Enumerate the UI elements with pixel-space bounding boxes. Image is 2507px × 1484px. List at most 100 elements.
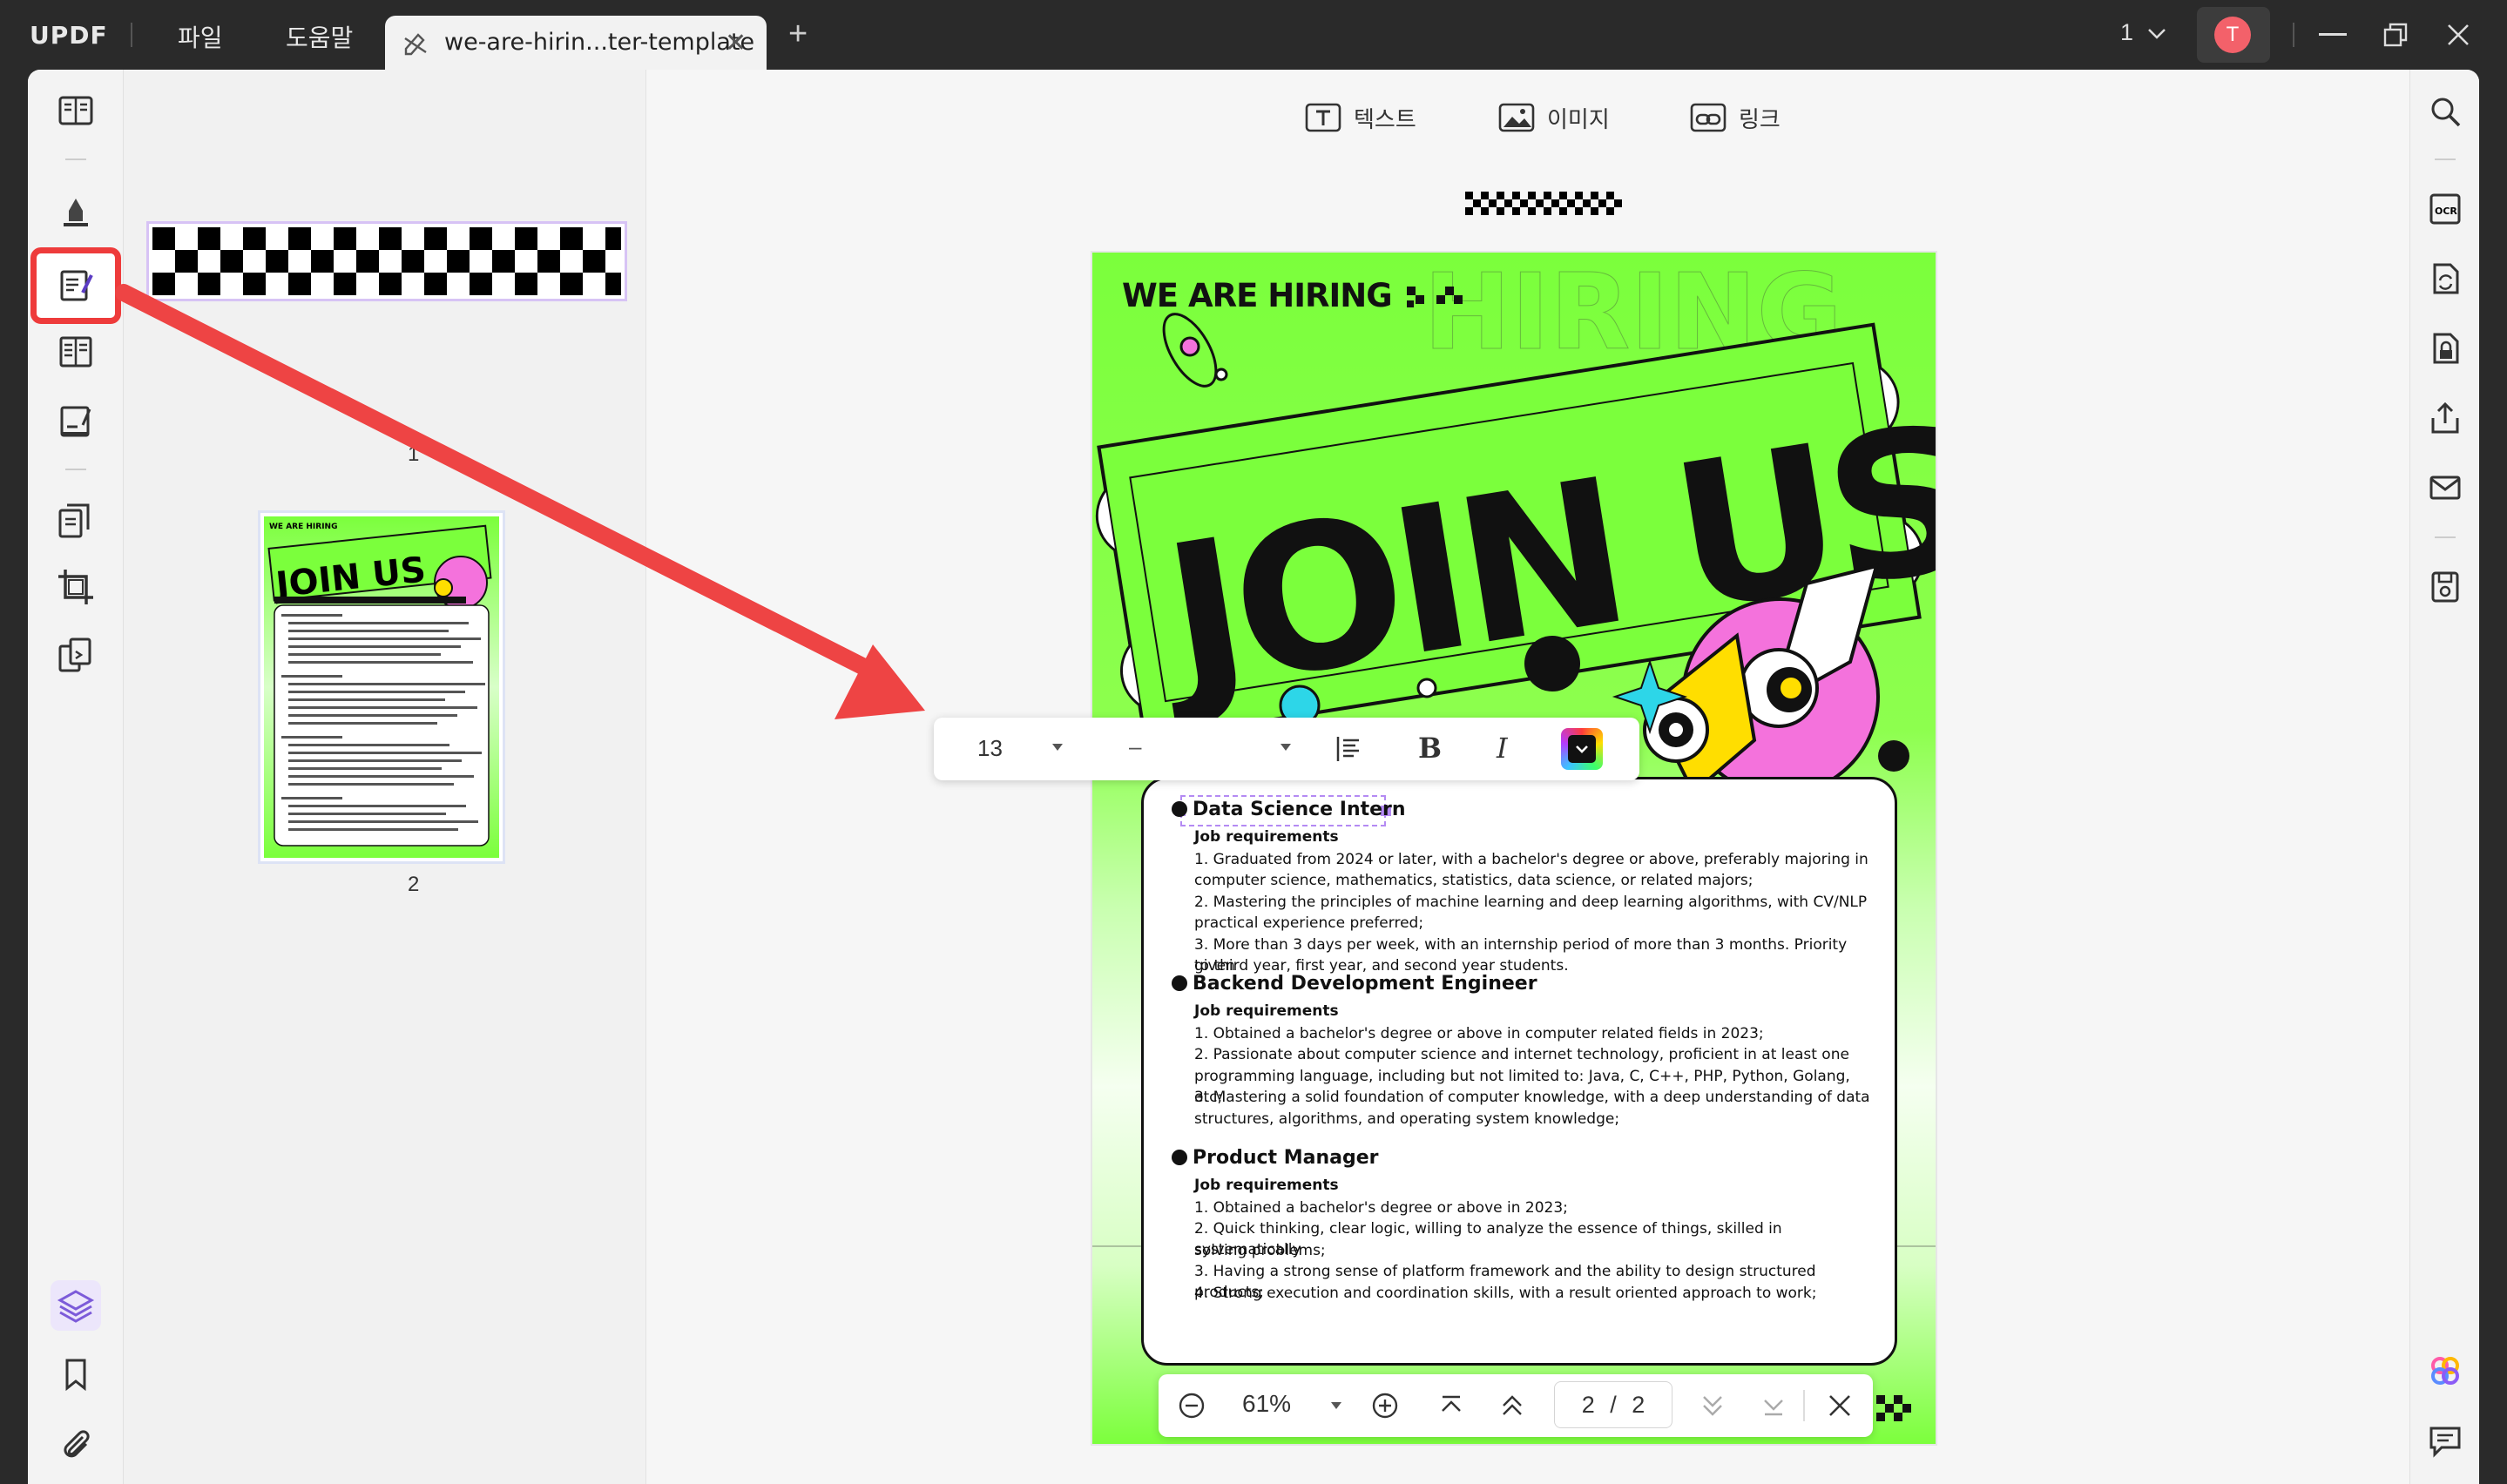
reader-icon[interactable] bbox=[57, 92, 95, 131]
add-image-tool[interactable]: 이미지 bbox=[1498, 96, 1610, 139]
account-button[interactable]: T bbox=[2197, 7, 2270, 63]
zoom-level[interactable]: 61% bbox=[1242, 1390, 1291, 1418]
checker-square bbox=[492, 250, 515, 273]
document-tab[interactable]: we-are-hirin...ter-template ✕ bbox=[385, 16, 767, 70]
page-number-field[interactable]: 2 / 2 bbox=[1554, 1381, 1672, 1428]
text-color-button[interactable] bbox=[1561, 728, 1603, 770]
bullet-dot bbox=[1172, 975, 1187, 991]
job-requirement-line[interactable]: structures, algorithms, and operating sy… bbox=[1194, 1109, 1882, 1130]
minimize-icon[interactable] bbox=[2319, 33, 2347, 37]
checker-square bbox=[1528, 207, 1536, 215]
job-requirement-line[interactable]: 1. Graduated from 2024 or later, with a … bbox=[1194, 849, 1882, 870]
add-link-tool[interactable]: 링크 bbox=[1690, 96, 1781, 139]
svg-text:OCR: OCR bbox=[2435, 206, 2457, 217]
font-family-value[interactable]: – bbox=[1129, 733, 1141, 760]
pdf-page-2[interactable]: HIRING JOIN US WE ARE HIRING Data Scienc… bbox=[1091, 251, 1937, 1446]
bold-button[interactable]: B bbox=[1418, 732, 1442, 765]
email-icon[interactable] bbox=[2428, 470, 2463, 505]
hiring-heading[interactable]: WE ARE HIRING bbox=[1122, 277, 1471, 314]
checker-square bbox=[1551, 199, 1559, 207]
align-left-icon[interactable] bbox=[1335, 735, 1362, 763]
job-requirements-label[interactable]: Job requirements bbox=[1194, 1177, 1339, 1194]
left-tool-rail bbox=[28, 70, 124, 1484]
job-requirement-line[interactable]: 2. Passionate about computer science and… bbox=[1194, 1044, 1882, 1065]
window-count[interactable]: 1 bbox=[2120, 19, 2166, 46]
ocr-icon[interactable]: OCR bbox=[2428, 192, 2463, 226]
checker-square bbox=[288, 273, 311, 295]
job-requirement-line[interactable]: 3. Mastering a solid foundation of compu… bbox=[1194, 1087, 1882, 1108]
checker-square bbox=[356, 250, 379, 273]
page-thumbnail-1[interactable] bbox=[146, 221, 628, 301]
job-requirements-label[interactable]: Job requirements bbox=[1194, 1002, 1339, 1020]
job-title[interactable]: Backend Development Engineer bbox=[1172, 973, 1537, 995]
sign-form-icon[interactable] bbox=[57, 402, 95, 441]
thumb-text-line bbox=[288, 759, 462, 762]
checker-square bbox=[198, 273, 220, 295]
thumb-text-line bbox=[281, 797, 342, 799]
job-requirements-label[interactable]: Job requirements bbox=[1194, 828, 1339, 846]
page-thumbnail-2[interactable]: WE ARE HIRING JOIN US bbox=[258, 510, 505, 864]
crop-icon[interactable] bbox=[57, 568, 95, 606]
last-page-icon[interactable] bbox=[1761, 1393, 1786, 1418]
checker-square bbox=[605, 273, 628, 295]
font-size-dropdown-icon[interactable] bbox=[1051, 742, 1064, 752]
checker-square bbox=[537, 250, 560, 273]
job-requirement-line[interactable]: 1. Obtained a bachelor's degree or above… bbox=[1194, 1023, 1882, 1044]
restore-icon[interactable] bbox=[2383, 23, 2408, 47]
right-tool-rail: OCR bbox=[2409, 70, 2479, 1484]
attachment-icon[interactable] bbox=[57, 1425, 95, 1463]
checker-square bbox=[1481, 192, 1489, 199]
zoom-dropdown-icon[interactable] bbox=[1329, 1400, 1343, 1411]
convert-icon[interactable] bbox=[2428, 261, 2463, 296]
zoom-out-icon[interactable] bbox=[1178, 1392, 1206, 1420]
checker-square bbox=[379, 273, 402, 295]
job-listing-card: Data Science Intern Job requirements 1. Gr… bbox=[1141, 777, 1897, 1366]
add-text-tool[interactable]: 텍스트 bbox=[1305, 96, 1416, 139]
search-icon[interactable] bbox=[2428, 94, 2463, 129]
layers-icon[interactable] bbox=[57, 1286, 95, 1325]
checker-square bbox=[605, 227, 628, 250]
close-zoom-bar-icon[interactable] bbox=[1828, 1393, 1852, 1418]
menu-help[interactable]: 도움말 bbox=[286, 19, 353, 54]
job-title[interactable]: Data Science Intern bbox=[1172, 799, 1406, 820]
compare-icon[interactable] bbox=[57, 636, 95, 674]
poster-thumbnail: WE ARE HIRING JOIN US bbox=[264, 516, 499, 858]
job-requirement-line[interactable]: 2. Mastering the principles of machine l… bbox=[1194, 892, 1882, 913]
menu-file[interactable]: 파일 bbox=[178, 19, 223, 54]
close-window-icon[interactable] bbox=[2446, 23, 2470, 47]
comment-icon[interactable] bbox=[2428, 1423, 2463, 1458]
thumb-text-line bbox=[288, 767, 442, 770]
checker-square bbox=[1528, 192, 1536, 199]
italic-button[interactable]: I bbox=[1497, 732, 1508, 765]
checker-square bbox=[515, 273, 537, 295]
job-title[interactable]: Product Manager bbox=[1172, 1147, 1378, 1169]
edit-pdf-icon[interactable] bbox=[57, 266, 95, 305]
save-icon[interactable] bbox=[2428, 570, 2463, 604]
font-family-dropdown-icon[interactable] bbox=[1279, 742, 1293, 752]
highlighter-icon[interactable] bbox=[57, 192, 95, 230]
previous-page-icon[interactable] bbox=[1500, 1393, 1524, 1418]
checker-square bbox=[1606, 192, 1614, 199]
share-icon[interactable] bbox=[2428, 401, 2463, 435]
zoom-in-icon[interactable] bbox=[1371, 1392, 1399, 1420]
page-tools-icon[interactable] bbox=[57, 333, 95, 371]
bookmark-icon[interactable] bbox=[57, 1355, 95, 1393]
protect-icon[interactable] bbox=[2428, 331, 2463, 366]
organize-pages-icon[interactable] bbox=[57, 502, 95, 540]
updf-logo: UPDF bbox=[30, 21, 108, 50]
tab-title: we-are-hirin...ter-template bbox=[444, 29, 755, 56]
tab-close-button[interactable]: ✕ bbox=[725, 28, 747, 58]
job-requirement-line[interactable]: computer science, mathematics, statistic… bbox=[1194, 870, 1882, 891]
job-requirement-line[interactable]: practical experience preferred; bbox=[1194, 913, 1882, 934]
checker-square bbox=[447, 250, 470, 273]
ai-assistant-icon[interactable] bbox=[2428, 1353, 2463, 1388]
job-requirement-line[interactable]: 1. Obtained a bachelor's degree or above… bbox=[1194, 1197, 1882, 1218]
job-requirement-line[interactable]: solving problems; bbox=[1194, 1240, 1882, 1261]
svg-text:WE ARE HIRING: WE ARE HIRING bbox=[269, 523, 337, 531]
job-requirement-line[interactable]: 4. Strong execution and coordination ski… bbox=[1194, 1283, 1882, 1304]
new-tab-button[interactable]: + bbox=[788, 16, 808, 53]
avatar: T bbox=[2214, 17, 2251, 53]
first-page-icon[interactable] bbox=[1439, 1393, 1463, 1418]
font-size-value[interactable]: 13 bbox=[977, 735, 1003, 762]
next-page-icon[interactable] bbox=[1700, 1393, 1725, 1418]
